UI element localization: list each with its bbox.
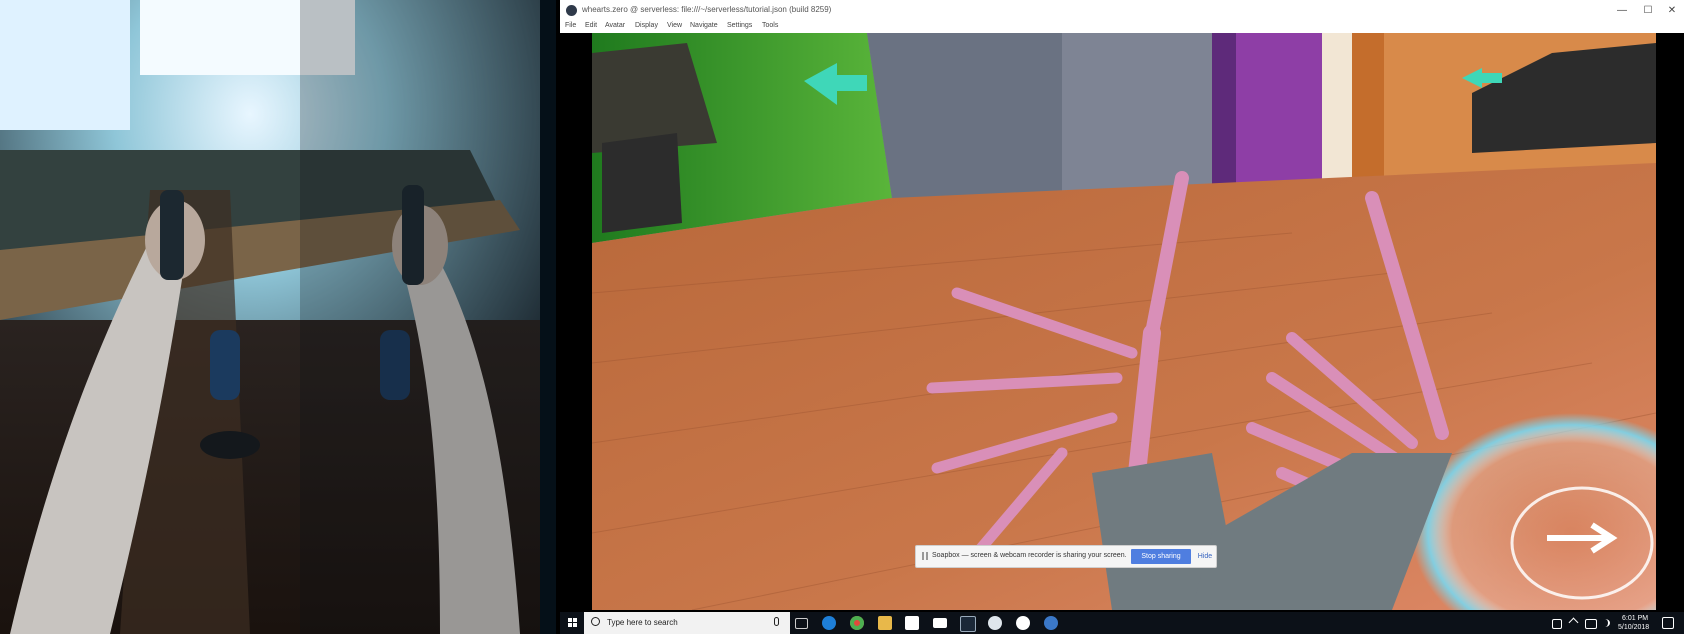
menu-display[interactable]: Display [635, 22, 658, 29]
network-icon[interactable] [1585, 619, 1597, 629]
taskbar-search[interactable]: Type here to search [584, 612, 790, 634]
menu-edit[interactable]: Edit [585, 22, 597, 29]
chrome-icon[interactable] [850, 616, 864, 630]
volume-icon[interactable] [1600, 619, 1610, 627]
menu-avatar[interactable]: Avatar [605, 22, 625, 29]
interface-app-icon[interactable] [1016, 616, 1030, 630]
webcam-feed [0, 0, 556, 634]
webcam-image [0, 0, 556, 634]
app-logo-icon [566, 5, 577, 16]
share-message: Soapbox — screen & webcam recorder is sh… [932, 552, 1127, 559]
vr-scene [592, 33, 1656, 610]
settings-app-icon[interactable] [1044, 616, 1058, 630]
close-button[interactable]: ✕ [1658, 3, 1684, 18]
vr-3d-viewport[interactable] [592, 33, 1656, 610]
vr-app-icon[interactable] [988, 616, 1002, 630]
task-view-icon[interactable] [795, 618, 808, 629]
minimize-button[interactable]: — [1608, 3, 1636, 18]
menu-bar: File Edit Avatar Display View Navigate S… [560, 21, 1684, 33]
window-title: whearts.zero @ serverless: file:///~/ser… [582, 5, 832, 14]
windows-logo-icon [568, 618, 578, 628]
windows-taskbar: Type here to search 6:01 PM 5/10/2018 [560, 612, 1684, 634]
mail-icon[interactable] [933, 618, 947, 628]
people-icon[interactable] [1552, 619, 1562, 629]
microphone-icon[interactable] [774, 617, 779, 626]
clock-date[interactable]: 5/10/2018 [1618, 624, 1649, 631]
edge-icon[interactable] [822, 616, 836, 630]
app-window: whearts.zero @ serverless: file:///~/ser… [560, 0, 1684, 612]
store-icon[interactable] [905, 616, 919, 630]
hide-button[interactable]: Hide [1196, 549, 1214, 564]
stop-sharing-button[interactable]: Stop sharing [1131, 549, 1191, 564]
title-bar: whearts.zero @ serverless: file:///~/ser… [560, 0, 1684, 21]
chevron-up-icon[interactable] [1568, 617, 1579, 628]
start-button[interactable] [560, 612, 584, 634]
clock-time[interactable]: 6:01 PM [1622, 615, 1648, 622]
menu-navigate[interactable]: Navigate [690, 22, 718, 29]
pause-icon [922, 552, 928, 560]
steam-icon[interactable] [960, 616, 976, 632]
cortana-icon [591, 617, 600, 626]
menu-view[interactable]: View [667, 22, 682, 29]
search-placeholder: Type here to search [607, 618, 678, 627]
screen-share-banner: Soapbox — screen & webcam recorder is sh… [915, 545, 1217, 568]
menu-file[interactable]: File [565, 22, 576, 29]
menu-tools[interactable]: Tools [762, 22, 778, 29]
file-explorer-icon[interactable] [878, 616, 892, 630]
menu-settings[interactable]: Settings [727, 22, 752, 29]
notification-icon[interactable] [1662, 617, 1674, 629]
